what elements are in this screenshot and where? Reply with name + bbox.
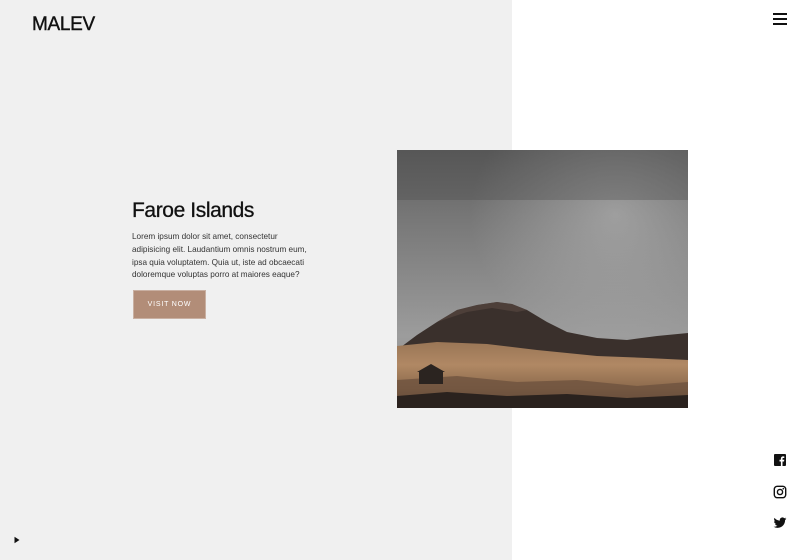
twitter-icon[interactable] <box>773 516 787 530</box>
play-icon[interactable] <box>12 532 22 544</box>
visit-now-button[interactable]: VISIT NOW <box>133 290 206 319</box>
site-logo[interactable]: MALEV <box>32 14 96 36</box>
hero-content: Faroe Islands Lorem ipsum dolor sit amet… <box>132 199 318 282</box>
hero-description: Lorem ipsum dolor sit amet, consectetur … <box>132 232 307 280</box>
facebook-icon[interactable] <box>773 453 787 467</box>
page: MALEV Faroe Islands Lorem ipsum dolor si… <box>0 0 800 560</box>
instagram-icon[interactable] <box>773 485 787 499</box>
hero-image <box>397 150 688 408</box>
hero-title: Faroe Islands <box>132 199 255 222</box>
hamburger-menu-icon[interactable] <box>773 13 787 25</box>
